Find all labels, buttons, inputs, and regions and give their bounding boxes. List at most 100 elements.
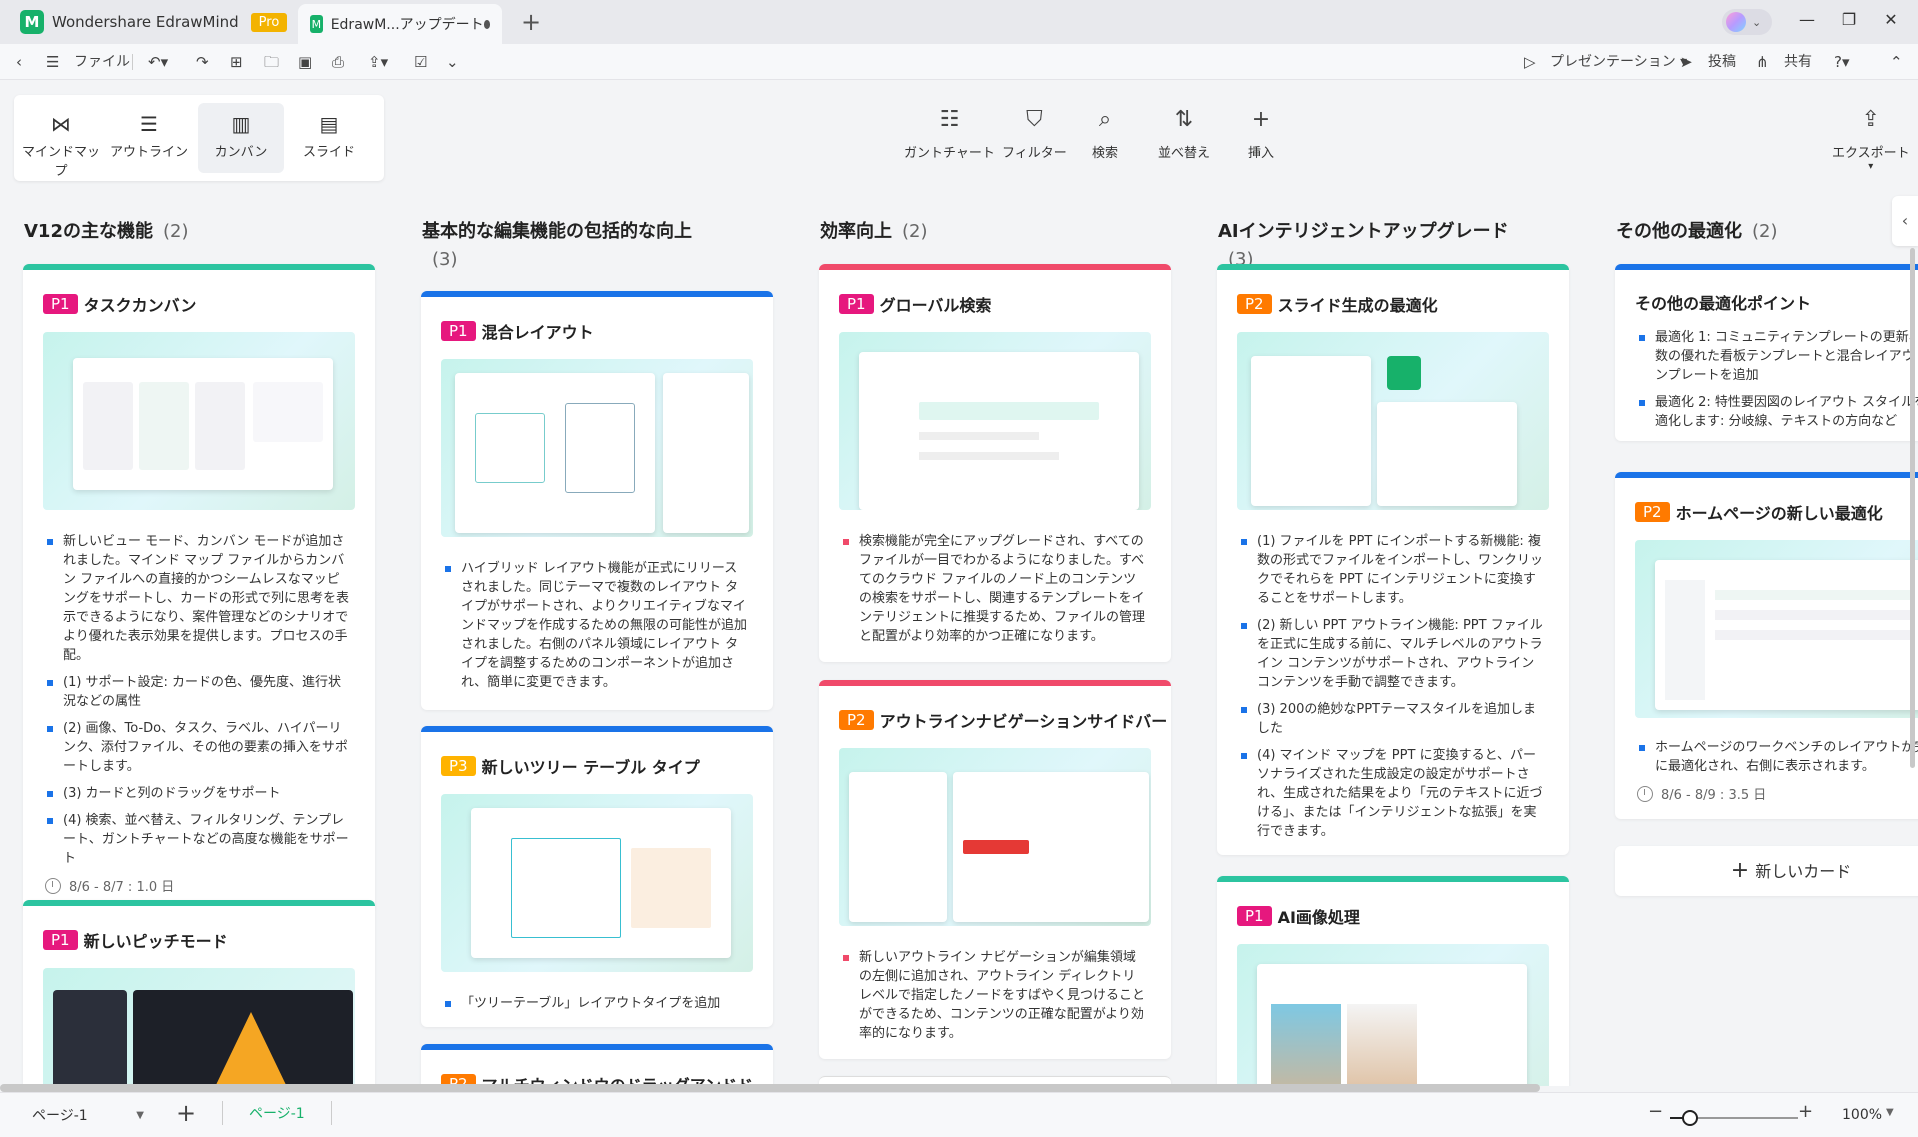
page-tab[interactable]: ページ-1 xyxy=(222,1101,332,1125)
priority-badge: P1 xyxy=(1237,906,1272,926)
plus-icon: + xyxy=(1251,107,1271,132)
horizontal-scrollbar[interactable] xyxy=(0,1084,1540,1092)
share-icon[interactable]: ⋔ xyxy=(1756,52,1769,72)
slide-icon: ▤ xyxy=(319,112,339,136)
gantt-chart-button[interactable]: ☷ ガントチャート xyxy=(904,106,995,161)
tab-title: EdrawM...アップデート xyxy=(330,17,484,33)
kanban-icon: ▥ xyxy=(231,112,251,136)
chevron-down-icon: ▾ xyxy=(1868,161,1874,172)
zoom-level[interactable]: 100% xyxy=(1842,1107,1882,1123)
view-slide-button[interactable]: ▤ スライド xyxy=(286,103,372,173)
priority-badge: P2 xyxy=(839,710,874,730)
print-icon[interactable]: ⎙ xyxy=(332,52,344,72)
view-mindmap-button[interactable]: ⋈ マインドマップ xyxy=(18,103,104,179)
more-chevron-icon[interactable]: ⌄ xyxy=(446,52,459,72)
open-folder-icon[interactable]: 🗀 xyxy=(264,52,279,72)
vertical-scrollbar[interactable] xyxy=(1910,248,1915,768)
redo-icon[interactable]: ↷ xyxy=(196,52,209,72)
back-icon[interactable]: ‹ xyxy=(16,52,22,72)
list-item: (3) カードと列のドラッグをサポート xyxy=(45,784,351,803)
kanban-card[interactable]: P1 グローバル検索 検索機能が完全にアップグレードされ、すべてのファイルが一目で… xyxy=(819,264,1171,662)
menu-icon[interactable]: ☰ xyxy=(46,52,59,72)
filter-icon: ⛉ xyxy=(1026,107,1043,132)
zoom-out-button[interactable]: − xyxy=(1648,1101,1663,1122)
zoom-slider-handle[interactable] xyxy=(1682,1110,1698,1126)
card-title-text: グローバル検索 xyxy=(879,296,992,315)
card-bullet-list: 新しいアウトライン ナビゲーションが編集領域の左側に追加され、アウトライン ディ… xyxy=(841,948,1147,1043)
post-button[interactable]: 投稿 xyxy=(1708,52,1736,72)
kanban-card[interactable]: P2 アウトラインナビゲーションサイドバー 新しいアウトライン ナビゲーションが編… xyxy=(819,680,1171,1059)
card-title-text: アウトラインナビゲーションサイドバー xyxy=(879,712,1168,731)
zoom-slider[interactable] xyxy=(1670,1110,1798,1126)
card-image xyxy=(43,332,355,510)
export-button[interactable]: ⇪ エクスポート ▾ xyxy=(1832,106,1910,172)
view-outline-button[interactable]: ☰ アウトライン xyxy=(106,103,192,173)
column-header[interactable]: V12の主な機能 (2) xyxy=(24,218,344,246)
page-selector[interactable]: ページ-1 ▼ xyxy=(22,1103,150,1129)
kanban-card[interactable]: P2 マルチウィンドウのドラッグアンドド xyxy=(421,1044,773,1086)
collapse-ribbon-icon[interactable]: ⌃ xyxy=(1890,52,1903,72)
kanban-card[interactable]: P2 ホームページの新しい最適化 ホームページのワークベンチのレイアウトが完全に最… xyxy=(1615,472,1918,819)
card-image xyxy=(1237,332,1549,510)
checklist-icon[interactable]: ☑ xyxy=(414,52,427,72)
new-card-button[interactable]: + 新しいカード xyxy=(1615,846,1918,896)
share-button[interactable]: 共有 xyxy=(1784,52,1812,72)
list-item: (4) マインド マップを PPT に変換すると、パーソナライズされた生成設定の… xyxy=(1239,746,1545,841)
card-title-text: AI画像処理 xyxy=(1277,908,1360,927)
presentation-label: プレゼンテーション xyxy=(1550,54,1676,70)
view-kanban-button[interactable]: ▥ カンバン xyxy=(198,103,284,173)
presentation-icon[interactable]: ▷ xyxy=(1524,52,1536,72)
undo-icon[interactable]: ↶▾ xyxy=(148,52,168,72)
add-page-button[interactable]: + xyxy=(176,1099,196,1127)
search-button[interactable]: ⌕ 検索 xyxy=(1092,106,1118,161)
post-icon[interactable]: ➤ xyxy=(1680,52,1693,72)
document-tab[interactable]: M EdrawM...アップデート xyxy=(298,4,502,44)
new-file-icon[interactable]: ⊞ xyxy=(230,52,243,72)
user-avatar-button[interactable]: ⌄ xyxy=(1722,9,1772,35)
card-title: その他の最適化ポイント xyxy=(1635,290,1918,314)
kanban-card[interactable]: その他の最適化ポイント 最適化 1: コミュニティテンプレートの更新、多数の優れ… xyxy=(1615,264,1918,441)
edrawmind-logo-icon: M xyxy=(20,10,44,34)
side-panel-toggle[interactable]: ‹ xyxy=(1892,196,1918,246)
filter-button[interactable]: ⛉ フィルター xyxy=(1002,106,1067,161)
restore-button[interactable]: ❐ xyxy=(1834,10,1864,29)
pro-badge[interactable]: Pro xyxy=(250,12,288,32)
save-icon[interactable]: ▣ xyxy=(298,52,312,72)
card-title: P2 スライド生成の最適化 xyxy=(1237,292,1569,316)
kanban-card[interactable]: P2 スライド生成の最適化 (1) ファイルを PPT にインポートする新機能: … xyxy=(1217,264,1569,855)
status-bar: ページ-1 ▼ + ページ-1 − + 100% ▼ xyxy=(0,1092,1918,1137)
presentation-menu[interactable]: プレゼンテーション ▾ xyxy=(1550,52,1687,72)
column-title: 基本的な編集機能の包括的な向上 xyxy=(422,221,692,242)
view-label: スライド xyxy=(302,145,355,160)
kanban-card[interactable]: P1 AI画像処理 xyxy=(1217,876,1569,1086)
kanban-card[interactable]: P1 タスクカンバン 新しいビュー モード、カンバン モードが追加されました。マイ… xyxy=(23,264,375,911)
outline-sidebar-thumbnail xyxy=(849,772,947,922)
kanban-card[interactable]: P3 新しいツリー テーブル タイプ 「ツリーテーブル」レイアウトタイプを追加 xyxy=(421,726,773,1027)
edrawmind-window: M Wondershare EdrawMind Pro M EdrawM...ア… xyxy=(0,0,1918,1137)
list-item: (1) ファイルを PPT にインポートする新機能: 複数の形式でファイルをイン… xyxy=(1239,532,1545,608)
card-image xyxy=(441,794,753,972)
kanban-card[interactable]: P1 混合レイアウト ハイブリッド レイアウト機能が正式にリリースされました。同じ… xyxy=(421,291,773,710)
priority-badge: P2 xyxy=(1635,502,1670,522)
card-title: P1 グローバル検索 xyxy=(839,292,1171,316)
card-title: P2 ホームページの新しい最適化 xyxy=(1635,500,1918,524)
export-small-icon[interactable]: ⇪▾ xyxy=(368,52,388,72)
column-header[interactable]: 効率向上 (2) xyxy=(820,218,1140,246)
file-menu[interactable]: ファイル xyxy=(74,52,130,72)
column-header[interactable]: その他の最適化 (2) xyxy=(1616,218,1918,246)
unsaved-dot-icon[interactable] xyxy=(483,19,490,29)
chevron-down-icon[interactable]: ▼ xyxy=(1886,1107,1894,1118)
column-title: V12の主な機能 xyxy=(24,221,153,242)
insert-button[interactable]: + 挿入 xyxy=(1248,106,1274,161)
chevron-left-icon: ‹ xyxy=(1901,211,1909,230)
help-icon[interactable]: ?▾ xyxy=(1834,52,1850,72)
column-header[interactable]: 基本的な編集機能の包括的な向上 (3) xyxy=(422,218,692,274)
column-title: 効率向上 xyxy=(820,221,892,242)
kanban-card[interactable]: P1 新しいピッチモード xyxy=(23,900,375,1086)
zoom-in-button[interactable]: + xyxy=(1798,1101,1813,1122)
card-bullet-list: 新しいビュー モード、カンバン モードが追加されました。マインド マップ ファイ… xyxy=(45,532,351,868)
sort-button[interactable]: ⇅ 並べ替え xyxy=(1158,106,1210,161)
new-tab-button[interactable]: + xyxy=(516,8,546,36)
close-button[interactable]: ✕ xyxy=(1876,10,1906,29)
minimize-button[interactable]: — xyxy=(1792,10,1822,29)
